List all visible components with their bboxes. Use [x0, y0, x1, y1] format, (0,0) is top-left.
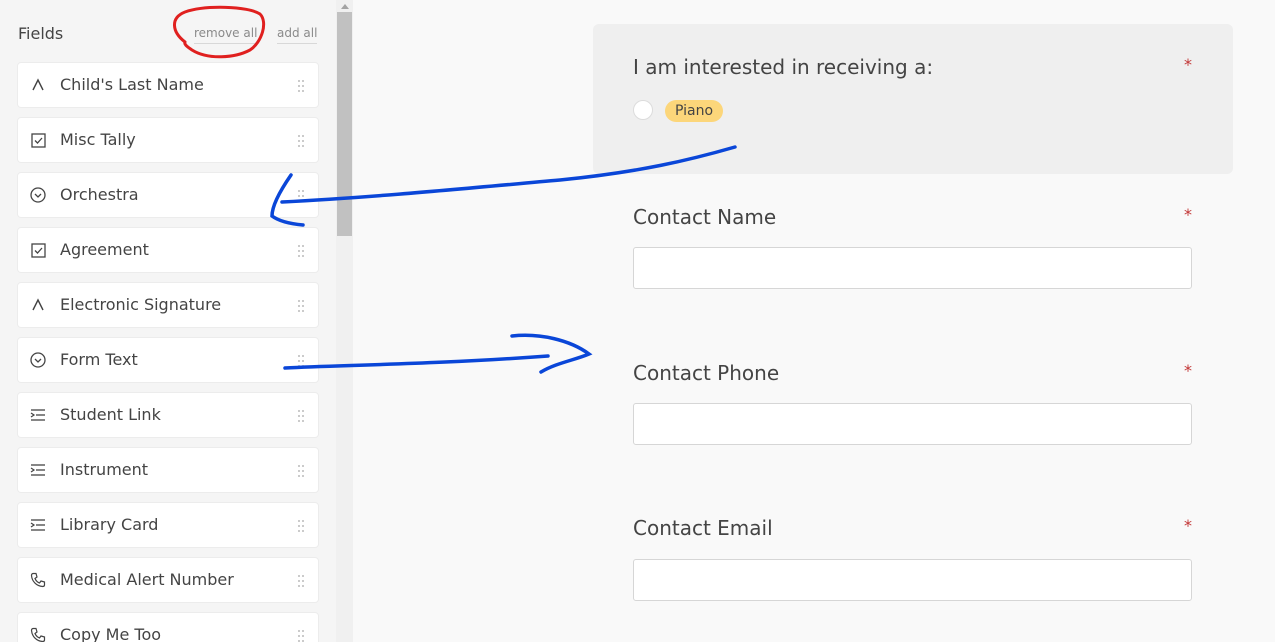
- checkbox-icon: [29, 131, 47, 149]
- contact-name-label: Contact Name: [633, 205, 777, 229]
- drag-handle-icon[interactable]: [297, 133, 305, 147]
- field-item-instrument[interactable]: Instrument: [18, 448, 318, 492]
- drag-handle-icon[interactable]: [297, 353, 305, 367]
- piano-option-chip[interactable]: Piano: [665, 100, 724, 122]
- field-item-orchestra[interactable]: Orchestra: [18, 173, 318, 217]
- text-a-icon: [29, 296, 47, 314]
- field-item-form-text[interactable]: Form Text: [18, 338, 318, 382]
- scroll-up-arrow-icon[interactable]: [336, 0, 353, 12]
- sidebar-scrollbar[interactable]: [336, 0, 353, 642]
- phone-icon: [29, 571, 47, 589]
- field-label: Medical Alert Number: [60, 570, 234, 589]
- required-marker: *: [1184, 55, 1192, 74]
- checkbox-icon: [29, 241, 47, 259]
- drag-handle-icon[interactable]: [297, 298, 305, 312]
- contact-email-label: Contact Email: [633, 516, 773, 540]
- drag-handle-icon[interactable]: [297, 518, 305, 532]
- drag-handle-icon[interactable]: [297, 78, 305, 92]
- field-item-agreement[interactable]: Agreement: [18, 228, 318, 272]
- required-marker: *: [1184, 516, 1192, 535]
- fields-sidebar: Fields remove all add all Child's Last N…: [0, 0, 336, 642]
- text-a-icon: [29, 76, 47, 94]
- drag-handle-icon[interactable]: [297, 573, 305, 587]
- form-canvas: I am interested in receiving a: * Piano …: [353, 0, 1275, 642]
- fields-title: Fields: [18, 24, 64, 43]
- dropdown-circle-icon: [29, 186, 47, 204]
- form-builder: Fields remove all add all Child's Last N…: [0, 0, 1275, 642]
- link-list-icon: [29, 406, 47, 424]
- remove-all-link[interactable]: remove all: [194, 26, 258, 44]
- required-marker: *: [1184, 361, 1192, 380]
- field-label: Copy Me Too: [60, 625, 162, 642]
- field-item-medical-alert-number[interactable]: Medical Alert Number: [18, 558, 318, 602]
- field-item-library-card[interactable]: Library Card: [18, 503, 318, 547]
- field-label: Form Text: [60, 350, 138, 369]
- contact-phone-input[interactable]: [633, 403, 1192, 445]
- contact-name-input[interactable]: [633, 247, 1192, 289]
- field-item-student-link[interactable]: Student Link: [18, 393, 318, 437]
- drag-handle-icon[interactable]: [297, 243, 305, 257]
- phone-icon: [29, 626, 47, 642]
- field-item-misc-tally[interactable]: Misc Tally: [18, 118, 318, 162]
- drag-handle-icon[interactable]: [297, 408, 305, 422]
- field-label: Child's Last Name: [60, 75, 204, 94]
- required-marker: *: [1184, 205, 1192, 224]
- link-list-icon: [29, 461, 47, 479]
- contact-email-input[interactable]: [633, 559, 1192, 601]
- interest-question-label: I am interested in receiving a:: [633, 55, 934, 79]
- field-label: Electronic Signature: [60, 295, 222, 314]
- drag-handle-icon[interactable]: [297, 463, 305, 477]
- link-list-icon: [29, 516, 47, 534]
- field-label: Orchestra: [60, 185, 139, 204]
- drag-handle-icon[interactable]: [297, 188, 305, 202]
- field-label: Agreement: [60, 240, 149, 259]
- drag-handle-icon[interactable]: [297, 628, 305, 642]
- dropdown-circle-icon: [29, 351, 47, 369]
- field-label: Library Card: [60, 515, 159, 534]
- scrollbar-thumb[interactable]: [337, 12, 352, 236]
- field-item-childs-last-name[interactable]: Child's Last Name: [18, 63, 318, 107]
- sidebar-header: Fields remove all add all: [0, 0, 336, 60]
- field-item-electronic-signature[interactable]: Electronic Signature: [18, 283, 318, 327]
- piano-radio[interactable]: [633, 100, 653, 120]
- field-label: Student Link: [60, 405, 161, 424]
- field-label: Misc Tally: [60, 130, 136, 149]
- field-label: Instrument: [60, 460, 149, 479]
- contact-phone-label: Contact Phone: [633, 361, 780, 385]
- field-item-copy-me-too[interactable]: Copy Me Too: [18, 613, 318, 642]
- selected-field-card[interactable]: [593, 24, 1233, 174]
- add-all-link[interactable]: add all: [277, 26, 318, 44]
